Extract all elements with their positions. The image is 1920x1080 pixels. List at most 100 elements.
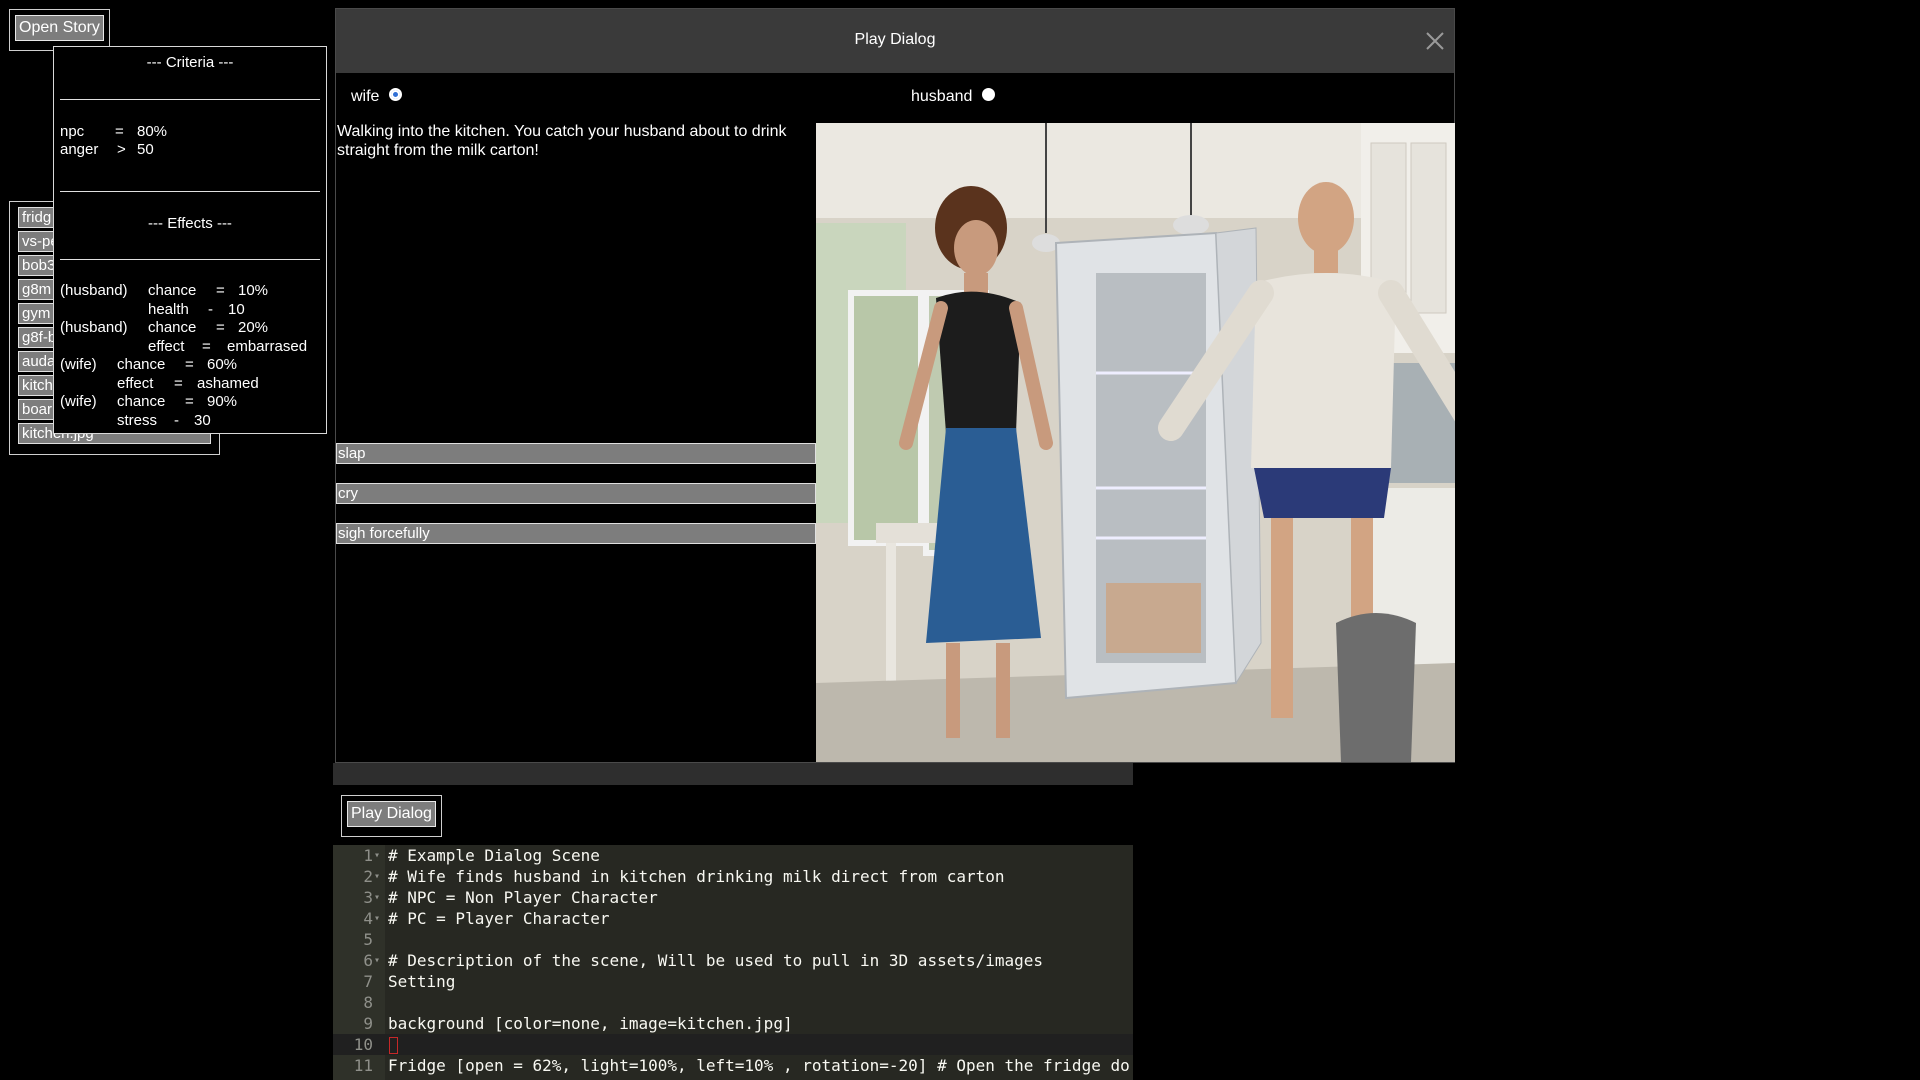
choice-button[interactable]: sigh forcefully (336, 523, 816, 544)
fold-arrow-icon[interactable]: ▾ (374, 866, 380, 887)
open-story-frame: Open Story (9, 9, 110, 51)
criteria-value: 50 (137, 141, 154, 158)
code-line[interactable]: 7 Setting (333, 971, 1133, 992)
code-line[interactable]: 4 ▾ # PC = Player Character (333, 908, 1133, 929)
open-story-button[interactable]: Open Story (15, 15, 104, 41)
effect-target: (wife) (60, 356, 97, 373)
code-text: Setting (388, 972, 456, 991)
effect-value: 20% (238, 319, 269, 336)
effect-value: ashamed (197, 374, 259, 392)
editor-top-bar (333, 763, 1133, 785)
criteria-name: npc (60, 122, 85, 140)
effect-operator: - (174, 411, 179, 429)
line-number: 7 (363, 972, 373, 991)
line-number: 5 (363, 930, 373, 949)
effect-row: stress -30 (60, 412, 320, 431)
effect-target: (husband) (60, 319, 128, 336)
effect-value: 60% (207, 356, 238, 373)
code-line-active[interactable]: 10 (333, 1034, 1133, 1055)
effect-row: (wife) chance = 60% (60, 356, 320, 375)
role-label: husband (911, 88, 973, 105)
effect-value: 10% (238, 282, 269, 299)
close-icon[interactable] (1424, 17, 1446, 50)
modal-title-bar: Play Dialog (336, 9, 1454, 73)
effect-name: health (148, 300, 189, 318)
effect-target: (wife) (60, 393, 97, 410)
criteria-operator: > (117, 141, 126, 158)
criteria-operator: = (115, 122, 124, 140)
criteria-effects-panel: --- Criteria --- npc = 80% anger >50 --- Ef… (53, 46, 327, 434)
code-line[interactable]: 9 background [color=none, image=kitchen.j… (333, 1013, 1133, 1034)
code-text: # Wife finds husband in kitchen drinking… (388, 867, 1005, 886)
criteria-list: npc = 80% anger >50 (60, 123, 320, 160)
effect-row: (wife) chance = 90% (60, 393, 320, 412)
effect-name: chance (148, 282, 197, 299)
effect-row: effect = embarrased (60, 338, 320, 357)
effect-operator: - (208, 300, 213, 318)
criteria-row: npc = 80% (60, 123, 320, 142)
effect-name: chance (117, 393, 166, 410)
criteria-name: anger (60, 141, 99, 158)
code-text: Fridge [open = 62%, light=100%, left=10%… (388, 1056, 1130, 1075)
fold-arrow-icon[interactable]: ▾ (374, 908, 380, 929)
code-editor[interactable]: 1 ▾ # Example Dialog Scene 2 ▾ # Wife finds … (333, 845, 1133, 1080)
effect-value: 10 (228, 300, 245, 318)
effect-name: effect (117, 374, 154, 392)
effects-list: (husband) chance = 10% health -10 (husband) c… (60, 282, 320, 430)
play-dialog-frame: Play Dialog (341, 795, 442, 837)
effect-value: embarrased (227, 337, 308, 355)
role-selector: wife husband (336, 73, 1454, 123)
effect-operator: = (185, 393, 194, 410)
effect-name: chance (117, 356, 166, 373)
fold-arrow-icon[interactable]: ▾ (374, 950, 380, 971)
code-line[interactable]: 3 ▾ # NPC = Non Player Character (333, 887, 1133, 908)
code-text: # Description of the scene, Will be used… (388, 951, 1044, 970)
code-line[interactable]: 11 Fridge [open = 62%, light=100%, left=1… (333, 1055, 1133, 1076)
code-line[interactable]: 6 ▾ # Description of the scene, Will be us… (333, 950, 1133, 971)
effect-name: effect (148, 337, 185, 355)
criteria-row: anger >50 (60, 141, 320, 160)
effect-name: stress (117, 411, 158, 429)
effect-value: 90% (207, 393, 238, 410)
code-text: background [color=none, image=kitchen.jp… (388, 1014, 793, 1033)
fold-arrow-icon[interactable]: ▾ (374, 845, 380, 866)
line-number: 8 (363, 993, 373, 1012)
effect-name: chance (148, 319, 197, 336)
code-line[interactable]: 5 (333, 929, 1133, 950)
choice-button[interactable]: slap (336, 443, 816, 464)
role-option-wife[interactable]: wife (351, 88, 403, 106)
radio-unselected-icon[interactable] (982, 88, 996, 102)
radio-selected-icon[interactable] (389, 88, 403, 102)
effects-heading: --- Effects --- (148, 214, 232, 232)
effect-operator: = (216, 282, 225, 299)
code-line[interactable]: 2 ▾ # Wife finds husband in kitchen drinki… (333, 866, 1133, 887)
effect-operator: = (174, 374, 183, 392)
line-number: 3 (363, 888, 373, 907)
line-number: 4 (363, 909, 373, 928)
role-option-husband[interactable]: husband (911, 88, 996, 106)
criteria-heading: --- Criteria --- (146, 54, 234, 71)
code-line[interactable]: 1 ▾ # Example Dialog Scene (333, 845, 1133, 866)
criteria-value: 80% (137, 122, 168, 140)
line-number: 9 (363, 1014, 373, 1033)
code-text: # PC = Player Character (388, 909, 610, 928)
modal-title: Play Dialog (854, 31, 936, 48)
role-label: wife (351, 88, 380, 105)
effect-operator: = (185, 356, 194, 373)
code-line[interactable]: 8 (333, 992, 1133, 1013)
effect-value: 30 (194, 411, 211, 429)
effect-row: (husband) chance = 20% (60, 319, 320, 338)
choice-button[interactable]: cry (336, 483, 816, 504)
line-number: 11 (353, 1056, 373, 1075)
code-text: # NPC = Non Player Character (388, 888, 658, 907)
line-number: 6 (363, 951, 373, 970)
dialog-narration: Walking into the kitchen. You catch your… (337, 123, 787, 159)
effect-operator: = (216, 319, 225, 336)
play-dialog-modal: Play Dialog wife husband Walking into th… (335, 8, 1455, 763)
line-number: 10 (353, 1035, 373, 1054)
effect-row: effect = ashamed (60, 375, 320, 394)
fold-arrow-icon[interactable]: ▾ (374, 887, 380, 908)
play-dialog-button[interactable]: Play Dialog (347, 801, 436, 827)
effect-operator: = (202, 337, 211, 355)
line-number: 2 (363, 867, 373, 886)
